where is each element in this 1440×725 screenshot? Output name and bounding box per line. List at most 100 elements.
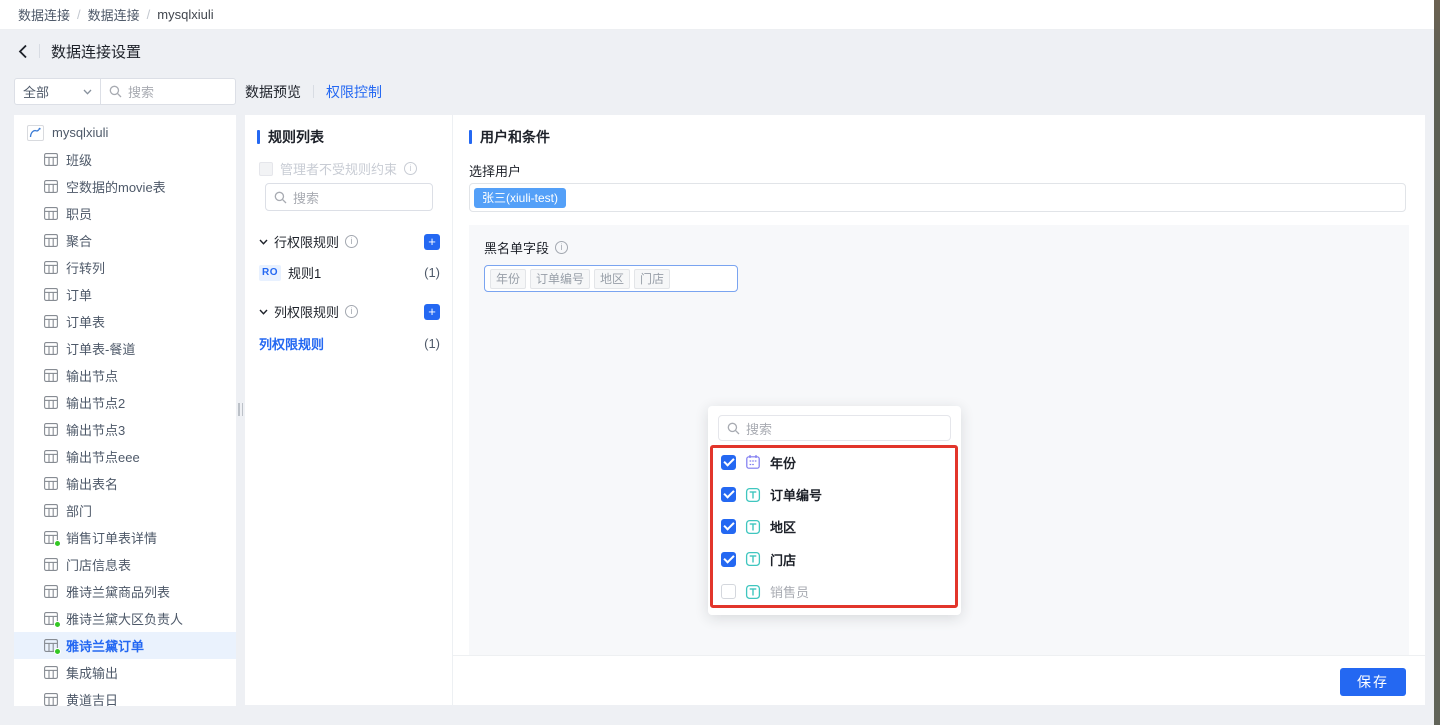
sidebar-table-item[interactable]: 雅诗兰黛订单 xyxy=(14,632,236,659)
table-icon xyxy=(44,612,58,625)
admin-exempt-row: 管理者不受规则约束 i xyxy=(259,159,417,178)
permission-badge-icon xyxy=(54,540,61,547)
field-checkbox[interactable] xyxy=(721,519,736,534)
title-accent-bar xyxy=(257,130,260,144)
table-icon xyxy=(44,396,58,409)
field-option[interactable]: 年份 xyxy=(708,446,961,478)
sidebar-table-item[interactable]: 订单表 xyxy=(14,308,236,335)
field-checkbox[interactable] xyxy=(721,487,736,502)
blacklist-field-input[interactable]: 年份 订单编号 地区 门店 xyxy=(484,265,738,292)
table-icon xyxy=(44,585,58,598)
sidebar-table-label: 职员 xyxy=(66,204,92,223)
row-rule-item[interactable]: RO 规则1 (1) xyxy=(259,263,440,282)
text-field-icon xyxy=(745,487,761,503)
info-icon[interactable]: i xyxy=(345,305,358,318)
rules-search-input[interactable]: 搜索 xyxy=(265,183,433,211)
sidebar-table-label: 输出节点 xyxy=(66,366,118,385)
sidebar-table-item[interactable]: 门店信息表 xyxy=(14,551,236,578)
add-column-rule-button[interactable]: + xyxy=(424,304,440,320)
row-permission-section[interactable]: 行权限规则 i + xyxy=(259,232,440,251)
user-conditions-title-text: 用户和条件 xyxy=(480,127,550,147)
table-icon xyxy=(44,531,58,544)
sidebar-table-label: 订单表 xyxy=(66,312,105,331)
row-permission-section-label: 行权限规则 xyxy=(274,232,339,251)
field-search-input[interactable]: 搜索 xyxy=(718,415,951,441)
field-checkbox[interactable] xyxy=(721,584,736,599)
select-user-label: 选择用户 xyxy=(469,161,521,180)
column-rule-item-selected[interactable]: 列权限规则 (1) xyxy=(259,334,440,353)
blacklist-field-tag[interactable]: 门店 xyxy=(634,269,670,289)
field-option-label: 销售员 xyxy=(770,582,809,601)
info-icon[interactable]: i xyxy=(555,241,568,254)
field-option-list: 年份 订单编号 xyxy=(708,446,961,608)
sidebar-table-item[interactable]: 订单表-餐道 xyxy=(14,335,236,362)
save-button[interactable]: 保存 xyxy=(1340,668,1406,696)
table-type-select[interactable]: 全部 xyxy=(14,78,101,105)
tab-bar: 数据预览 权限控制 xyxy=(245,78,382,105)
rule-condition-box: 黑名单字段 i 年份 订单编号 地区 门店 搜索 xyxy=(469,225,1409,655)
search-icon xyxy=(109,85,122,98)
mysql-connection-icon xyxy=(27,125,44,141)
field-checkbox[interactable] xyxy=(721,552,736,567)
info-icon[interactable]: i xyxy=(345,235,358,248)
window-edge-scrollbar[interactable] xyxy=(1434,0,1440,725)
sidebar-table-label: 雅诗兰黛商品列表 xyxy=(66,582,170,601)
table-icon xyxy=(44,180,58,193)
rules-list-title-text: 规则列表 xyxy=(268,127,324,147)
field-option[interactable]: 门店 xyxy=(708,543,961,575)
sidebar-table-item[interactable]: 输出节点eee xyxy=(14,443,236,470)
sidebar-table-label: 班级 xyxy=(66,150,92,169)
sidebar-table-item[interactable]: 集成输出 xyxy=(14,659,236,686)
user-select-input[interactable]: 张三(xiuli-test) xyxy=(469,183,1406,212)
sidebar-table-item[interactable]: 行转列 xyxy=(14,254,236,281)
sidebar-table-item[interactable]: 销售订单表详情 xyxy=(14,524,236,551)
back-button[interactable] xyxy=(18,44,28,59)
field-option[interactable]: 订单编号 xyxy=(708,478,961,510)
blacklist-field-tag[interactable]: 订单编号 xyxy=(530,269,590,289)
sidebar-table-item[interactable]: 雅诗兰黛大区负责人 xyxy=(14,605,236,632)
table-icon xyxy=(44,315,58,328)
sidebar-table-item[interactable]: 空数据的movie表 xyxy=(14,173,236,200)
table-icon xyxy=(44,450,58,463)
sidebar-table-label: 集成输出 xyxy=(66,663,118,682)
sidebar-table-item[interactable]: 雅诗兰黛商品列表 xyxy=(14,578,236,605)
search-icon xyxy=(274,191,287,204)
add-row-rule-button[interactable]: + xyxy=(424,234,440,250)
sidebar-item-connection[interactable]: mysqlxiuli xyxy=(14,119,236,146)
sidebar-table-list: 班级 空数据的movie表 职员 xyxy=(14,146,236,706)
column-permission-section[interactable]: 列权限规则 i + xyxy=(259,302,440,321)
sidebar-table-item[interactable]: 输出节点3 xyxy=(14,416,236,443)
admin-exempt-checkbox[interactable] xyxy=(259,162,273,176)
search-icon xyxy=(727,422,740,435)
blacklist-field-tag[interactable]: 地区 xyxy=(594,269,630,289)
field-option[interactable]: 地区 xyxy=(708,511,961,543)
field-option[interactable]: 销售员 xyxy=(708,576,961,608)
sidebar-table-item[interactable]: 班级 xyxy=(14,146,236,173)
blacklist-field-tag[interactable]: 年份 xyxy=(490,269,526,289)
sidebar-table-item[interactable]: 职员 xyxy=(14,200,236,227)
breadcrumb-item[interactable]: 数据连接 xyxy=(18,5,70,24)
field-option-label: 订单编号 xyxy=(770,485,822,504)
table-search-input[interactable]: 搜索 xyxy=(100,78,236,105)
sidebar-table-label: 门店信息表 xyxy=(66,555,131,574)
info-icon[interactable]: i xyxy=(404,162,417,175)
table-icon xyxy=(44,234,58,247)
sidebar-table-item[interactable]: 输出节点 xyxy=(14,362,236,389)
sidebar-table-item[interactable]: 部门 xyxy=(14,497,236,524)
rules-search-placeholder: 搜索 xyxy=(293,188,319,207)
sidebar-resize-handle[interactable] xyxy=(238,403,243,416)
sidebar-table-item[interactable]: 输出表名 xyxy=(14,470,236,497)
breadcrumb-item[interactable]: 数据连接 xyxy=(88,5,140,24)
sidebar-table-label: 黄道吉日 xyxy=(66,690,118,706)
sidebar-table-item[interactable]: 订单 xyxy=(14,281,236,308)
page-title: 数据连接设置 xyxy=(51,41,141,62)
sidebar-table-item[interactable]: 输出节点2 xyxy=(14,389,236,416)
field-checkbox[interactable] xyxy=(721,455,736,470)
sidebar-table-item[interactable]: 聚合 xyxy=(14,227,236,254)
sidebar-table-item[interactable]: 黄道吉日 xyxy=(14,686,236,706)
selected-user-tag[interactable]: 张三(xiuli-test) xyxy=(474,188,566,208)
rule-label: 列权限规则 xyxy=(259,334,324,353)
tab-permission-control[interactable]: 权限控制 xyxy=(326,82,382,102)
tab-data-preview[interactable]: 数据预览 xyxy=(245,82,301,102)
table-icon xyxy=(44,288,58,301)
